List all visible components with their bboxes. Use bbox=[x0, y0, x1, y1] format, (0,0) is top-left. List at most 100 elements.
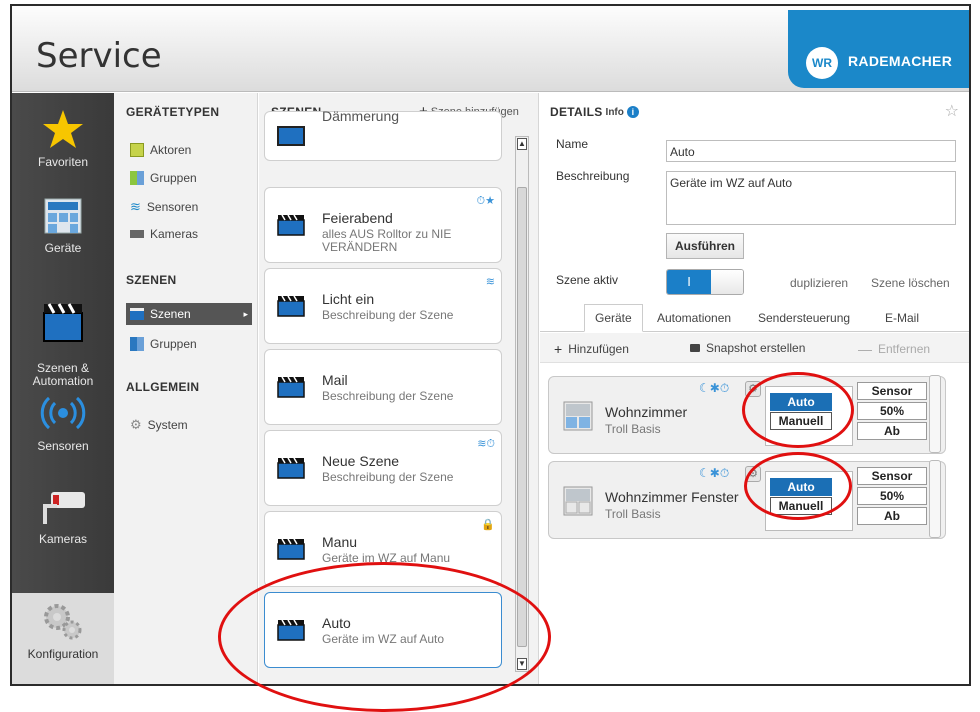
brand-logo: WR RADEMACHER bbox=[788, 10, 969, 88]
nav-label: Konfiguration bbox=[27, 647, 99, 661]
snapshot-label: Snapshot erstellen bbox=[706, 341, 806, 355]
nav-label: Favoriten bbox=[37, 155, 89, 169]
scene-card[interactable]: Mail Beschreibung der Szene bbox=[264, 349, 502, 425]
scroll-thumb[interactable] bbox=[517, 187, 527, 647]
details-heading: DETAILS bbox=[550, 105, 603, 119]
nav-geraete[interactable]: Geräte bbox=[12, 197, 114, 255]
type-sensoren[interactable]: ≋ Sensoren bbox=[130, 199, 198, 215]
scene-card[interactable]: ≋⏱ Neue Szene Beschreibung der Szene bbox=[264, 430, 502, 506]
type-aktoren[interactable]: Aktoren bbox=[130, 143, 191, 157]
description-field[interactable]: Geräte im WZ auf Auto bbox=[666, 171, 956, 225]
scene-description: Beschreibung der Szene bbox=[322, 389, 454, 403]
run-button[interactable]: Ausführen bbox=[666, 233, 744, 259]
clapperboard-icon bbox=[277, 214, 305, 236]
type-label: Sensoren bbox=[146, 200, 199, 214]
snapshot-button[interactable]: Snapshot erstellen bbox=[690, 341, 805, 355]
scenes-nav-label: Szenen bbox=[150, 307, 191, 321]
scene-active-toggle[interactable]: I bbox=[666, 269, 744, 295]
gears-icon bbox=[44, 604, 82, 640]
tab-automationen[interactable]: Automationen bbox=[657, 311, 731, 325]
types-heading: GERÄTETYPEN bbox=[126, 105, 220, 119]
main-navigation: Favoriten Geräte Szenen & Automation Sen… bbox=[12, 93, 114, 684]
clapperboard-icon bbox=[277, 538, 305, 560]
down-button[interactable]: Ab bbox=[857, 422, 927, 440]
scenes-heading: SZENEN bbox=[126, 273, 177, 287]
scenes-nav-szenen[interactable]: Szenen ▸ bbox=[126, 303, 252, 325]
delete-scene-link[interactable]: Szene löschen bbox=[871, 276, 950, 290]
scene-badges: ≋ bbox=[485, 276, 495, 288]
header-bar: Service WR RADEMACHER bbox=[12, 6, 969, 92]
down-button[interactable]: Ab bbox=[857, 507, 927, 525]
name-field[interactable]: Auto bbox=[666, 140, 956, 162]
add-device-button[interactable]: + Hinzufügen bbox=[554, 341, 629, 357]
device-name: Wohnzimmer Fenster bbox=[605, 489, 739, 505]
nav-szenen-automation[interactable]: Szenen & Automation bbox=[12, 288, 114, 388]
favorite-star-icon[interactable]: ☆ bbox=[945, 101, 959, 121]
camera-small-icon bbox=[130, 230, 144, 238]
tab-sendersteuerung[interactable]: Sendersteuerung bbox=[758, 311, 850, 325]
nav-label: Geräte bbox=[44, 241, 82, 255]
window-shutter-icon bbox=[563, 401, 593, 431]
nav-label: Kameras bbox=[38, 532, 88, 546]
nav-favoriten[interactable]: Favoriten bbox=[12, 109, 114, 169]
annotation-circle bbox=[744, 452, 852, 520]
scenes-nav-gruppen[interactable]: Gruppen bbox=[130, 337, 197, 351]
scene-badges: ≋⏱ bbox=[477, 438, 495, 450]
toggle-on: I bbox=[667, 270, 711, 294]
details-header: DETAILS Info i bbox=[550, 105, 639, 119]
scene-name: Feierabend bbox=[322, 210, 393, 226]
row-handle[interactable] bbox=[929, 460, 941, 538]
plus-icon: + bbox=[554, 341, 563, 357]
remove-label: Entfernen bbox=[878, 342, 931, 356]
device-type: Troll Basis bbox=[605, 507, 661, 521]
scene-card[interactable]: ⏱★ Feierabend alles AUS Rolltor zu NIE V… bbox=[264, 187, 502, 263]
annotation-circle bbox=[742, 372, 854, 448]
info-icon[interactable]: i bbox=[626, 106, 639, 118]
position-button[interactable]: 50% bbox=[857, 487, 927, 505]
devices-toolbar: + Hinzufügen Snapshot erstellen — Entfer… bbox=[540, 333, 969, 363]
gear-icon: ⚙ bbox=[130, 417, 142, 432]
device-type: Troll Basis bbox=[605, 422, 661, 436]
remove-button[interactable]: — Entfernen bbox=[858, 341, 930, 357]
nav-sensoren[interactable]: Sensoren bbox=[12, 393, 114, 453]
clapperboard-icon bbox=[130, 308, 144, 320]
house-icon bbox=[44, 198, 82, 234]
scene-description: Beschreibung der Szene bbox=[322, 470, 454, 484]
scroll-up-icon[interactable]: ▲ bbox=[517, 138, 527, 150]
general-system[interactable]: ⚙ System bbox=[130, 417, 188, 433]
scene-card[interactable]: Dämmerung bbox=[264, 108, 502, 161]
clapperboard-icon bbox=[43, 303, 83, 342]
tab-geraete[interactable]: Geräte bbox=[584, 304, 643, 332]
clapperboard-icon bbox=[277, 126, 305, 146]
action-stack: Sensor 50% Ab bbox=[857, 382, 927, 442]
toggle-knob bbox=[711, 270, 743, 294]
tab-email[interactable]: E-Mail bbox=[885, 311, 919, 325]
sensor-button[interactable]: Sensor bbox=[857, 382, 927, 400]
scene-card[interactable]: ≋ Licht ein Beschreibung der Szene bbox=[264, 268, 502, 344]
groups-icon bbox=[130, 171, 144, 185]
type-label: Kameras bbox=[150, 227, 199, 241]
clapperboard-icon bbox=[277, 457, 305, 479]
device-status-icons: ☾✱⏱ bbox=[699, 466, 730, 480]
type-kameras[interactable]: Kameras bbox=[130, 227, 198, 241]
position-button[interactable]: 50% bbox=[857, 402, 927, 420]
type-label: System bbox=[147, 418, 188, 432]
scene-name: Dämmerung bbox=[322, 108, 400, 124]
type-gruppen[interactable]: Gruppen bbox=[130, 171, 197, 185]
name-label: Name bbox=[556, 137, 589, 151]
device-status-icons: ☾✱⏱ bbox=[699, 381, 730, 395]
camera-icon bbox=[43, 492, 85, 524]
row-handle[interactable] bbox=[929, 375, 941, 453]
nav-kameras[interactable]: Kameras bbox=[12, 486, 114, 546]
page-title: Service bbox=[36, 36, 162, 76]
type-label: Gruppen bbox=[150, 171, 197, 185]
sensor-button[interactable]: Sensor bbox=[857, 467, 927, 485]
scene-name: Neue Szene bbox=[322, 453, 400, 469]
nav-konfiguration[interactable]: Konfiguration bbox=[12, 593, 114, 684]
type-label: Gruppen bbox=[150, 337, 197, 351]
scene-badges: 🔒 bbox=[481, 519, 495, 531]
duplicate-link[interactable]: duplizieren bbox=[790, 276, 848, 290]
type-label: Aktoren bbox=[150, 143, 192, 157]
brand-name: RADEMACHER bbox=[848, 53, 953, 69]
general-heading: ALLGEMEIN bbox=[126, 380, 200, 394]
